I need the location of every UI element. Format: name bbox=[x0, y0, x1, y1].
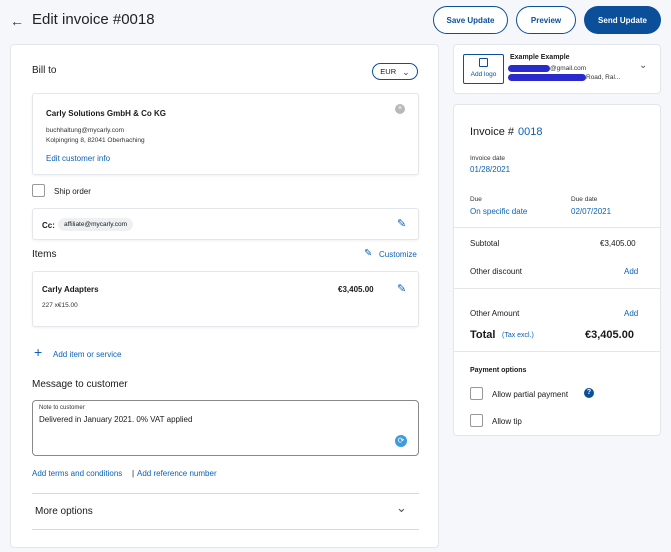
add-discount-link[interactable]: Add bbox=[624, 267, 638, 276]
total-label: Total bbox=[470, 329, 496, 341]
divider bbox=[454, 227, 660, 228]
cc-email-chip[interactable]: affiliate@mycarly.com bbox=[58, 218, 134, 231]
allow-tip-checkbox[interactable] bbox=[470, 414, 483, 427]
invoice-summary-card: Invoice # 0018 Invoice date 01/28/2021 D… bbox=[453, 104, 661, 436]
redacted-address bbox=[508, 74, 586, 81]
back-arrow-icon[interactable]: ← bbox=[10, 13, 24, 29]
item-amount: €3,405.00 bbox=[338, 285, 374, 294]
due-value[interactable]: On specific date bbox=[470, 207, 527, 216]
customer-address: Kolpingring 8, 82041 Oberhaching bbox=[46, 137, 145, 144]
add-item-link[interactable]: Add item or service bbox=[53, 350, 121, 359]
more-options-label: More options bbox=[35, 506, 93, 517]
link-separator: | bbox=[132, 469, 135, 478]
other-amount-label: Other Amount bbox=[470, 309, 520, 318]
total-value: €3,405.00 bbox=[585, 329, 634, 341]
message-field-label: Note to customer bbox=[39, 405, 85, 411]
help-icon[interactable]: ? bbox=[584, 388, 594, 398]
preview-button[interactable]: Preview bbox=[516, 6, 576, 34]
cc-field[interactable]: Cc: affiliate@mycarly.com ✎ bbox=[32, 208, 419, 240]
edit-item-pencil-icon[interactable]: ✎ bbox=[397, 282, 406, 295]
partial-payment-checkbox[interactable] bbox=[470, 387, 483, 400]
payment-options-heading: Payment options bbox=[470, 367, 527, 374]
business-name: Example Example bbox=[510, 54, 570, 61]
customize-pencil-icon[interactable]: ✎ bbox=[364, 248, 372, 259]
page-title: Edit invoice #0018 bbox=[32, 11, 155, 28]
cc-label: Cc: bbox=[42, 221, 55, 230]
message-text: Delivered in January 2021. 0% VAT applie… bbox=[39, 415, 193, 424]
due-date-label: Due date bbox=[571, 196, 598, 203]
currency-select[interactable]: EUR ⌄ bbox=[372, 63, 418, 80]
due-label: Due bbox=[470, 196, 482, 203]
divider bbox=[454, 351, 660, 352]
divider bbox=[32, 529, 419, 530]
invoice-date[interactable]: 01/28/2021 bbox=[470, 165, 510, 174]
invoice-number[interactable]: 0018 bbox=[518, 126, 542, 138]
subtotal-value: €3,405.00 bbox=[600, 239, 636, 248]
divider bbox=[454, 288, 660, 289]
add-other-amount-link[interactable]: Add bbox=[624, 309, 638, 318]
ship-order-label: Ship order bbox=[54, 187, 91, 196]
more-options-toggle[interactable]: More options ⌄ bbox=[32, 494, 419, 528]
due-date[interactable]: 02/07/2021 bbox=[571, 207, 611, 216]
add-logo-label: Add logo bbox=[470, 71, 497, 78]
top-bar: ← Edit invoice #0018 Save Update Preview… bbox=[0, 0, 671, 44]
message-textarea[interactable]: Note to customer Delivered in January 20… bbox=[32, 400, 419, 456]
items-heading: Items bbox=[32, 249, 57, 260]
chevron-down-icon: ⌄ bbox=[402, 66, 410, 77]
business-info-card[interactable]: Add logo Example Example @gmail.com Road… bbox=[453, 44, 661, 94]
currency-value: EUR bbox=[380, 67, 397, 76]
partial-payment-label: Allow partial payment bbox=[492, 390, 569, 399]
add-reference-link[interactable]: Add reference number bbox=[137, 469, 217, 478]
redacted-email bbox=[508, 65, 550, 72]
save-update-button[interactable]: Save Update bbox=[433, 6, 508, 34]
pencil-icon[interactable]: ✎ bbox=[397, 217, 406, 230]
send-update-button[interactable]: Send Update bbox=[584, 6, 661, 34]
business-address-suffix: Road, Ral... bbox=[586, 74, 621, 81]
allow-tip-label: Allow tip bbox=[492, 417, 522, 426]
add-terms-link[interactable]: Add terms and conditions bbox=[32, 469, 122, 478]
tax-note[interactable]: (Tax excl.) bbox=[502, 332, 534, 339]
item-name: Carly Adapters bbox=[42, 285, 99, 294]
invoice-number-label: Invoice # bbox=[470, 126, 515, 138]
customer-name: Carly Solutions GmbH & Co KG bbox=[46, 109, 167, 118]
business-email-suffix: @gmail.com bbox=[550, 65, 587, 72]
chevron-down-icon[interactable]: ⌄ bbox=[639, 60, 647, 71]
message-heading: Message to customer bbox=[32, 379, 128, 390]
bill-to-heading: Bill to bbox=[32, 65, 57, 76]
chevron-down-icon: ⌄ bbox=[396, 500, 407, 515]
image-icon bbox=[479, 58, 488, 67]
invoice-date-label: Invoice date bbox=[470, 155, 506, 162]
grammar-assistant-icon[interactable]: ⟳ bbox=[395, 435, 407, 447]
customize-link[interactable]: Customize bbox=[379, 250, 417, 259]
customer-card: Carly Solutions GmbH & Co KG buchhaltung… bbox=[32, 93, 419, 175]
item-qty-price: 227 x€15.00 bbox=[42, 302, 78, 309]
add-logo-button[interactable]: Add logo bbox=[463, 54, 504, 84]
edit-customer-info-link[interactable]: Edit customer info bbox=[46, 154, 110, 163]
invoice-form-card: Bill to EUR ⌄ Carly Solutions GmbH & Co … bbox=[10, 44, 439, 548]
ship-order-checkbox[interactable] bbox=[32, 184, 45, 197]
subtotal-label: Subtotal bbox=[470, 239, 500, 248]
item-row[interactable]: Carly Adapters 227 x€15.00 €3,405.00 ✎ bbox=[32, 271, 419, 327]
plus-icon[interactable]: + bbox=[34, 345, 42, 359]
discount-label: Other discount bbox=[470, 267, 523, 276]
customer-email: buchhaltung@mycarly.com bbox=[46, 127, 125, 134]
remove-customer-icon[interactable]: × bbox=[395, 104, 405, 114]
